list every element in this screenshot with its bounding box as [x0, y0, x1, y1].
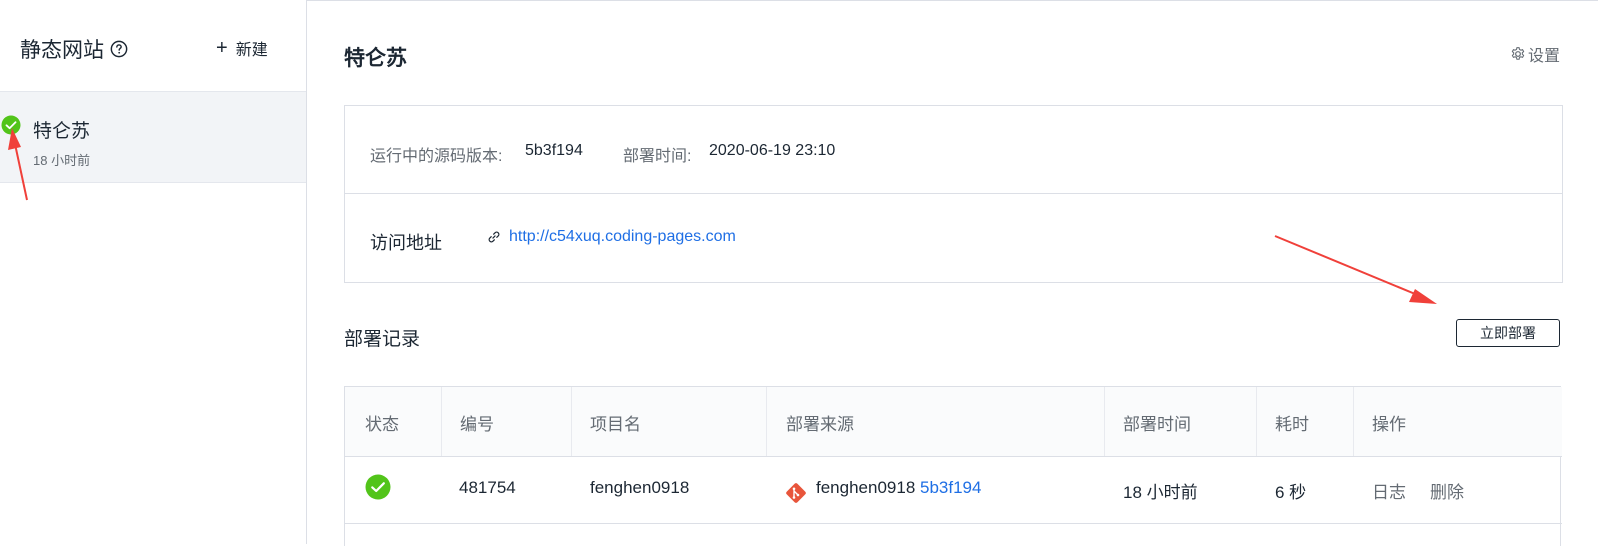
- deploy-time-label: 部署时间:: [623, 148, 692, 165]
- site-info-panel: 运行中的源码版本: 5b3f194 部署时间: 2020-06-19 23:10…: [344, 105, 1563, 283]
- deploy-now-button[interactable]: 立即部署: [1456, 319, 1560, 347]
- deploy-id: 481754: [459, 478, 516, 497]
- check-circle-icon: [365, 474, 391, 500]
- new-site-button[interactable]: + 新建: [216, 36, 268, 60]
- settings-label: 设置: [1528, 48, 1561, 65]
- column-divider: [1353, 387, 1354, 456]
- address-label: 访问地址: [370, 233, 442, 253]
- column-header-duration: 耗时: [1275, 415, 1309, 434]
- site-name: 特仑苏: [33, 121, 91, 142]
- column-divider: [1256, 387, 1257, 456]
- records-title: 部署记录: [344, 329, 421, 350]
- column-header-status: 状态: [365, 415, 399, 434]
- column-divider: [571, 387, 572, 456]
- deploy-time: 18 小时前: [1123, 483, 1198, 502]
- deploy-duration: 6 秒: [1275, 483, 1307, 502]
- check-circle-icon: [1, 115, 21, 135]
- deploy-project: fenghen0918: [590, 478, 690, 497]
- table-row: 481754 fenghen0918 fenghen0918 5b3f194 1…: [345, 456, 1562, 524]
- column-divider: [1104, 387, 1105, 456]
- sidebar-title: 静态网站: [20, 34, 128, 64]
- deploy-time-value: 2020-06-19 23:10: [709, 142, 836, 159]
- column-header-actions: 操作: [1372, 415, 1406, 434]
- link-icon: [488, 231, 500, 243]
- page-title: 特仑苏: [344, 47, 407, 70]
- deploy-source: fenghen0918 5b3f194: [816, 478, 981, 498]
- site-updated-time: 18 小时前: [33, 153, 91, 168]
- git-icon: [786, 483, 806, 503]
- version-value: 5b3f194: [525, 142, 583, 159]
- deploy-records-table: 状态 编号 项目名 部署来源 部署时间 耗时 操作 481754 fenghen…: [344, 386, 1562, 546]
- settings-button[interactable]: 设置: [1510, 42, 1560, 66]
- new-site-label: 新建: [235, 42, 268, 59]
- view-log-link[interactable]: 日志: [1372, 478, 1406, 503]
- plus-icon: +: [216, 37, 228, 59]
- gear-icon: [1511, 47, 1525, 60]
- column-header-time: 部署时间: [1123, 415, 1191, 434]
- site-list-item[interactable]: 特仑苏 18 小时前: [0, 91, 306, 183]
- sidebar-title-text: 静态网站: [20, 39, 104, 62]
- version-row: 运行中的源码版本: 5b3f194 部署时间: 2020-06-19 23:10: [345, 106, 1562, 194]
- source-repo: fenghen0918: [816, 478, 916, 497]
- site-address-link[interactable]: http://c54xuq.coding-pages.com: [509, 228, 736, 246]
- sidebar: 静态网站 + 新建 特仑苏 18 小时前: [0, 0, 307, 544]
- table-header: 状态 编号 项目名 部署来源 部署时间 耗时 操作: [345, 387, 1562, 457]
- version-label: 运行中的源码版本:: [370, 148, 503, 165]
- column-header-id: 编号: [460, 415, 494, 434]
- column-divider: [766, 387, 767, 456]
- column-header-source: 部署来源: [786, 415, 854, 434]
- column-header-project: 项目名: [590, 415, 641, 434]
- source-commit-link[interactable]: 5b3f194: [920, 478, 981, 497]
- help-icon[interactable]: [110, 40, 128, 58]
- column-divider: [441, 387, 442, 456]
- delete-link[interactable]: 删除: [1430, 478, 1464, 503]
